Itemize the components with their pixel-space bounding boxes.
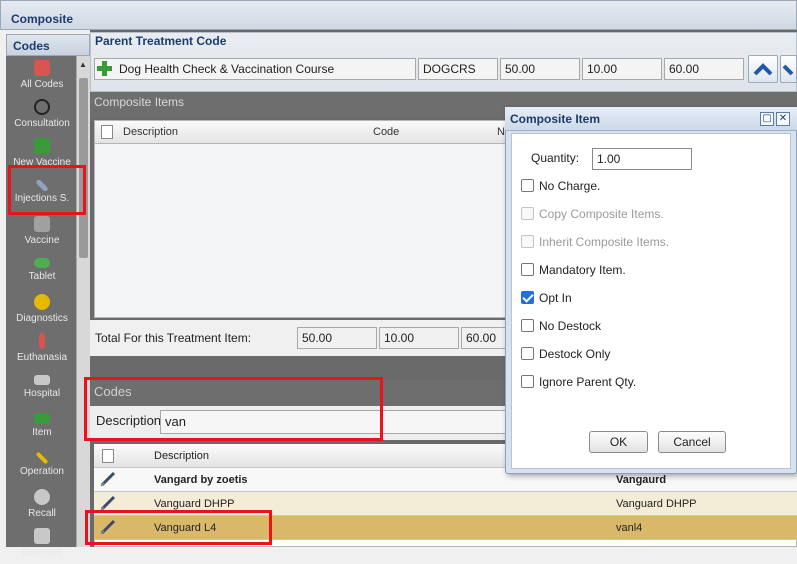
ambulance-icon — [34, 375, 50, 385]
all-codes-icon — [34, 60, 50, 76]
close-icon[interactable]: ✕ — [776, 112, 790, 126]
chevron-up-icon — [753, 63, 773, 76]
scalpel-icon — [35, 451, 49, 465]
sidebar-item-all-codes[interactable]: All Codes — [6, 58, 78, 96]
mandatory-item-label[interactable]: Mandatory Item. — [539, 263, 626, 277]
row-code: Vanguard DHPP — [616, 498, 697, 510]
column-header-n[interactable]: N — [497, 126, 505, 138]
sidebar-item-tablet[interactable]: Tablet — [6, 253, 78, 291]
move-up-button[interactable] — [748, 55, 778, 83]
chevron-down-icon — [782, 64, 793, 76]
scroll-up-icon[interactable]: ▲ — [79, 60, 87, 69]
sidebar-item-label: Recall — [28, 508, 56, 519]
sidebar-header: Codes — [6, 34, 90, 56]
inherit-composite-items-label: Inherit Composite Items. — [539, 235, 670, 249]
total-price-field: 50.00 — [297, 327, 377, 349]
copy-composite-items-label: Copy Composite Items. — [539, 207, 664, 221]
no-charge-checkbox[interactable] — [521, 179, 534, 192]
dialog-title-bar[interactable]: Composite Item ▢ ✕ — [505, 107, 797, 131]
parent-name-field[interactable]: Dog Health Check & Vaccination Course — [94, 58, 416, 80]
sidebar-item-hospital[interactable]: Hospital — [6, 370, 78, 408]
syringe-icon — [100, 495, 116, 511]
parent-price-field[interactable]: 50.00 — [500, 58, 580, 80]
euthanasia-icon — [39, 333, 45, 349]
tablet-icon — [34, 258, 50, 268]
row-code: vanl4 — [616, 522, 643, 534]
destock-only-checkbox[interactable] — [521, 347, 534, 360]
sidebar-item-label: Item — [32, 427, 52, 438]
cancel-button[interactable]: Cancel — [658, 431, 726, 453]
no-destock-label[interactable]: No Destock — [539, 319, 601, 333]
no-destock-checkbox[interactable] — [521, 319, 534, 332]
totals-label: Total For this Treatment Item: — [95, 331, 252, 345]
sidebar-item-recall[interactable]: Recall — [6, 487, 78, 525]
inherit-composite-items-checkbox — [521, 235, 534, 248]
dialog-title: Composite Item — [510, 112, 601, 126]
sidebar-item-label: Discount — [22, 547, 62, 558]
quantity-input[interactable]: 1.00 — [592, 148, 692, 170]
window-title-bar: Composite — [0, 0, 797, 30]
sidebar-title: Codes — [13, 39, 50, 53]
plus-icon — [34, 138, 50, 154]
sidebar-item-discount[interactable]: Discount — [6, 526, 78, 564]
parent-code-field[interactable]: DOGCRS — [418, 58, 498, 80]
quantity-label: Quantity: — [531, 151, 580, 165]
window-title: Composite — [11, 12, 74, 26]
sidebar-scrollbar[interactable]: ▲ — [76, 56, 90, 547]
row-description: Vanguard DHPP — [154, 498, 235, 510]
row-description: Vangard by zoetis — [154, 474, 248, 486]
radiation-icon — [34, 294, 50, 310]
row-code: Vangaurd — [616, 474, 667, 486]
sidebar-item-label: Tablet — [28, 271, 56, 282]
parent-name-value: Dog Health Check & Vaccination Course — [119, 62, 335, 76]
composite-items-table — [94, 120, 509, 318]
sidebar-item-consultation[interactable]: Consultation — [6, 97, 78, 135]
parent-total-field[interactable]: 60.00 — [664, 58, 744, 80]
column-header-description[interactable]: Description — [123, 126, 178, 138]
item-icon — [34, 413, 50, 424]
recall-icon — [34, 489, 50, 505]
composite-items-table-header: Description Code N — [94, 120, 509, 144]
parent-tax-field[interactable]: 10.00 — [582, 58, 662, 80]
destock-only-label[interactable]: Destock Only — [539, 347, 610, 361]
highlight-box-vanguard-l4 — [85, 510, 272, 545]
maximize-icon[interactable]: ▢ — [760, 112, 774, 126]
mandatory-item-checkbox[interactable] — [521, 263, 534, 276]
total-tax-field: 10.00 — [379, 327, 459, 349]
stethoscope-icon — [34, 99, 50, 115]
no-charge-label[interactable]: No Charge. — [539, 179, 600, 193]
document-icon — [101, 125, 113, 139]
sidebar-item-diagnostics[interactable]: Diagnostics — [6, 292, 78, 330]
sidebar-item-label: Operation — [20, 466, 64, 477]
sidebar-item-item[interactable]: Item — [6, 409, 78, 447]
sidebar-item-label: Consultation — [14, 118, 70, 129]
highlight-box-codes-search — [84, 377, 383, 441]
column-header-code[interactable]: Code — [373, 126, 399, 138]
vaccine-icon — [34, 216, 50, 232]
sidebar-item-euthanasia[interactable]: Euthanasia — [6, 331, 78, 369]
sidebar-item-label: Diagnostics — [16, 313, 68, 324]
sidebar-item-operation[interactable]: Operation — [6, 448, 78, 486]
sidebar-item-label: Vaccine — [24, 235, 60, 246]
copy-composite-items-checkbox — [521, 207, 534, 220]
add-icon[interactable] — [97, 61, 112, 76]
sidebar-item-label: All Codes — [20, 79, 64, 90]
sidebar-item-vaccine[interactable]: Vaccine — [6, 214, 78, 252]
move-down-button[interactable] — [780, 55, 797, 83]
highlight-box-injections — [8, 165, 86, 215]
sidebar-item-label: Euthanasia — [16, 352, 68, 363]
opt-in-label[interactable]: Opt In — [539, 291, 572, 305]
ignore-parent-qty-label[interactable]: Ignore Parent Qty. — [539, 375, 636, 389]
discount-icon — [34, 528, 50, 544]
document-icon — [102, 449, 114, 463]
syringe-icon — [100, 471, 116, 487]
column-header-description[interactable]: Description — [154, 450, 209, 462]
sidebar-item-label: Hospital — [23, 388, 61, 399]
parent-treatment-title: Parent Treatment Code — [95, 34, 227, 48]
ok-button[interactable]: OK — [589, 431, 648, 453]
opt-in-checkbox[interactable] — [521, 291, 534, 304]
total-total-field: 60.00 — [461, 327, 509, 349]
composite-items-title: Composite Items — [94, 95, 185, 109]
ignore-parent-qty-checkbox[interactable] — [521, 375, 534, 388]
